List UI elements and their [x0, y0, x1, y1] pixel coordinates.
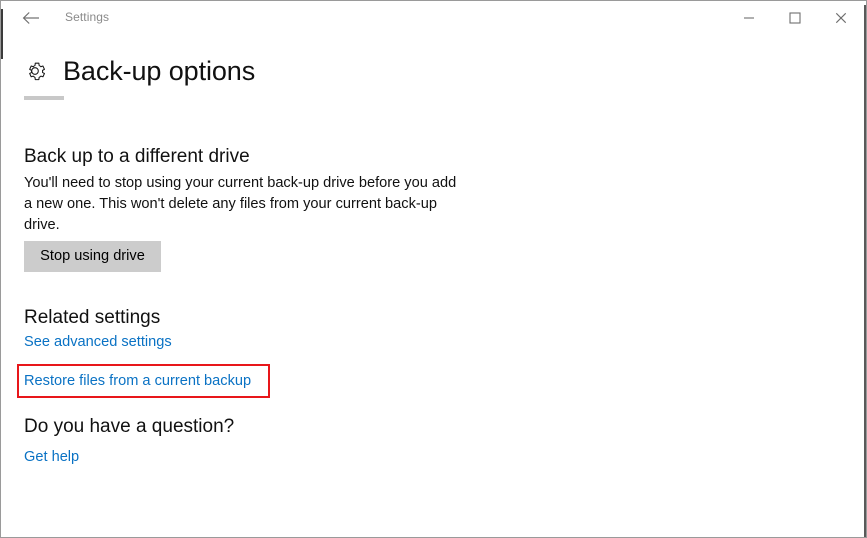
section-heading-backup-drive: Back up to a different drive	[24, 146, 250, 167]
settings-window: Settings Back-up options Back up to a di…	[0, 0, 867, 538]
stop-using-drive-button[interactable]: Stop using drive	[24, 241, 161, 272]
link-see-advanced-settings[interactable]: See advanced settings	[24, 334, 172, 350]
section-description-backup-drive: You'll need to stop using your current b…	[24, 175, 457, 233]
section-heading-question: Do you have a question?	[24, 416, 235, 437]
link-get-help[interactable]: Get help	[24, 449, 79, 465]
section-heading-related-settings: Related settings	[24, 307, 161, 328]
main-content: Back up to a different drive You'll need…	[0, 1, 866, 537]
link-restore-files-from-current-backup[interactable]: Restore files from a current backup	[24, 373, 251, 389]
